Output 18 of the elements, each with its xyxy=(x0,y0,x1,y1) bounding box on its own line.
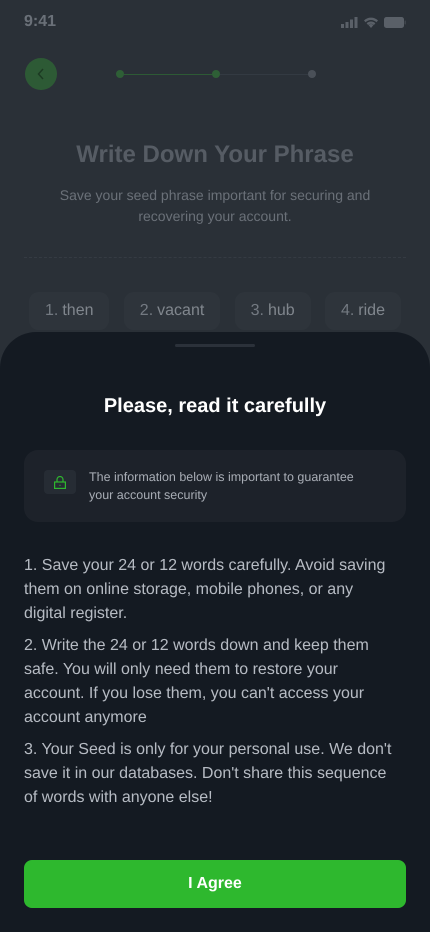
back-button[interactable] xyxy=(25,58,57,90)
wifi-icon xyxy=(363,16,379,28)
word-chip: 1. then xyxy=(29,292,110,330)
signal-icon xyxy=(341,16,358,28)
instruction-paragraph: 2. Write the 24 or 12 words down and keep them safe. You will only need them to restore your account. If you lose them, you can't access your account anymore xyxy=(24,636,370,728)
sheet-title: Please, read it carefully xyxy=(102,394,328,419)
instruction-paragraph: 3. Your Seed is only for your personal use. We don't save it in our databases. Don't share this sequence of words with anyone else! xyxy=(24,740,392,808)
lock-icon xyxy=(44,470,76,494)
word-chip: 4. ride xyxy=(324,292,401,330)
status-time: 9:41 xyxy=(24,12,56,32)
word-chip: 2. vacant xyxy=(124,292,220,330)
notice-text: The information below is important to guarantee your account security xyxy=(89,469,355,504)
back-icon xyxy=(37,68,45,80)
word-chip: 3. hub xyxy=(234,292,311,330)
agree-button[interactable]: I Agree xyxy=(24,860,406,908)
page-subtitle: Save your seed phrase important for securing and recovering your account. xyxy=(58,186,372,226)
instruction-paragraph: 1. Save your 24 or 12 words carefully. Avoid saving them on online storage, mobile phones, or any digital register. xyxy=(24,556,386,624)
battery-icon xyxy=(384,16,406,28)
